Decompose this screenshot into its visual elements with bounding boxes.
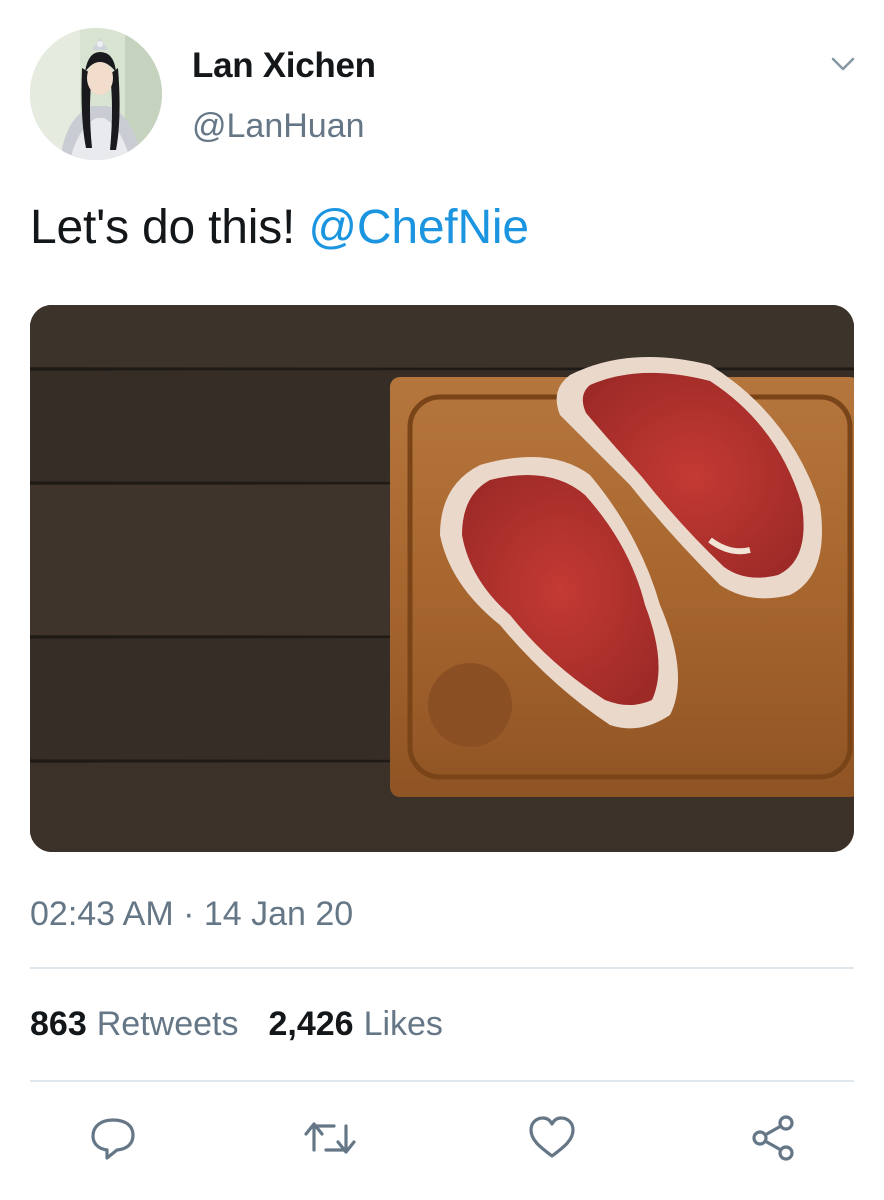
divider [30, 967, 854, 969]
tweet-stats: 863 Retweets 2,426 Likes [30, 1005, 443, 1044]
tweet-detail: Lan Xichen @LanHuan Let's do this! @Chef… [0, 0, 884, 1200]
avatar-image [30, 28, 162, 160]
retweet-button[interactable] [302, 1110, 358, 1166]
share-button[interactable] [746, 1110, 802, 1166]
retweets-count: 863 [30, 1005, 87, 1043]
retweets-label: Retweets [96, 1005, 239, 1043]
likes-label: Likes [363, 1005, 443, 1043]
like-button[interactable] [524, 1110, 580, 1166]
likes-count: 2,426 [268, 1005, 354, 1043]
speech-bubble-icon [91, 1118, 135, 1160]
tweet-image[interactable] [30, 305, 854, 852]
avatar[interactable] [30, 28, 162, 160]
tweet-body: Let's do this! [30, 201, 296, 254]
heart-icon [529, 1116, 575, 1158]
mention-link[interactable]: @ChefNie [308, 201, 529, 254]
steak-photo [30, 305, 854, 852]
divider [30, 1080, 854, 1082]
user-handle[interactable]: @LanHuan [192, 107, 365, 146]
tweet-timestamp[interactable]: 02:43 AM · 14 Jan 20 [30, 895, 353, 934]
retweets-stat[interactable]: 863 Retweets [30, 1005, 238, 1044]
reply-button[interactable] [85, 1110, 141, 1166]
chevron-down-icon[interactable] [826, 50, 860, 78]
likes-stat[interactable]: 2,426 Likes [268, 1005, 442, 1044]
display-name[interactable]: Lan Xichen [192, 46, 376, 86]
tweet-text: Let's do this! @ChefNie [30, 200, 529, 255]
share-nodes-icon [752, 1115, 794, 1161]
retweet-arrows-icon [304, 1122, 356, 1154]
